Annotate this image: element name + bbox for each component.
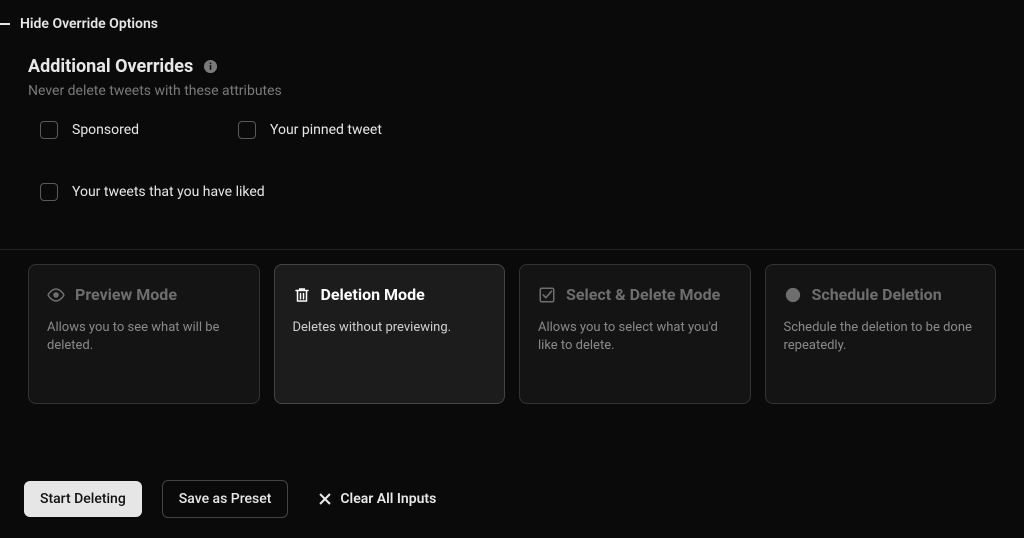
clear-all-label: Clear All Inputs	[340, 491, 436, 507]
checkbox-label: Sponsored	[72, 122, 139, 138]
collapse-label: Hide Override Options	[20, 16, 158, 32]
hide-override-toggle[interactable]: Hide Override Options	[0, 0, 1024, 32]
eye-icon	[47, 286, 65, 304]
mode-description: Schedule the deletion to be done repeate…	[784, 319, 978, 355]
x-icon	[318, 492, 332, 506]
minus-icon	[0, 23, 10, 25]
checkbox-box-icon	[238, 121, 256, 139]
mode-preview[interactable]: Preview Mode Allows you to see what will…	[28, 264, 260, 404]
checkbox-sponsored[interactable]: Sponsored	[40, 121, 180, 139]
check-square-icon	[538, 286, 556, 304]
mode-description: Allows you to see what will be deleted.	[47, 319, 241, 355]
mode-title: Schedule Deletion	[812, 285, 942, 305]
additional-overrides-section: Additional Overrides Never delete tweets…	[0, 32, 1024, 201]
checkbox-label: Your pinned tweet	[270, 122, 382, 138]
checkbox-box-icon	[40, 121, 58, 139]
mode-cards: Preview Mode Allows you to see what will…	[0, 250, 1024, 404]
save-preset-button[interactable]: Save as Preset	[162, 480, 289, 518]
mode-description: Deletes without previewing.	[293, 319, 487, 337]
clear-all-button[interactable]: Clear All Inputs	[318, 491, 436, 507]
checkbox-box-icon	[40, 183, 58, 201]
checkbox-label: Your tweets that you have liked	[72, 184, 265, 200]
checkbox-grid: Sponsored Your pinned tweet Your tweets …	[28, 121, 996, 201]
section-header: Additional Overrides	[28, 56, 996, 77]
trash-icon	[293, 286, 311, 304]
section-title: Additional Overrides	[28, 56, 193, 77]
info-icon[interactable]	[203, 59, 218, 74]
checkbox-liked[interactable]: Your tweets that you have liked	[40, 183, 265, 201]
mode-title: Select & Delete Mode	[566, 285, 720, 305]
mode-description: Allows you to select what you'd like to …	[538, 319, 732, 355]
action-bar: Start Deleting Save as Preset Clear All …	[24, 480, 436, 518]
mode-select-delete[interactable]: Select & Delete Mode Allows you to selec…	[519, 264, 751, 404]
mode-title: Deletion Mode	[321, 285, 425, 305]
mode-title: Preview Mode	[75, 285, 177, 305]
clock-icon	[784, 286, 802, 304]
start-deleting-button[interactable]: Start Deleting	[24, 481, 142, 517]
mode-deletion[interactable]: Deletion Mode Deletes without previewing…	[274, 264, 506, 404]
mode-schedule[interactable]: Schedule Deletion Schedule the deletion …	[765, 264, 997, 404]
section-description: Never delete tweets with these attribute…	[28, 83, 996, 99]
checkbox-pinned[interactable]: Your pinned tweet	[238, 121, 382, 139]
